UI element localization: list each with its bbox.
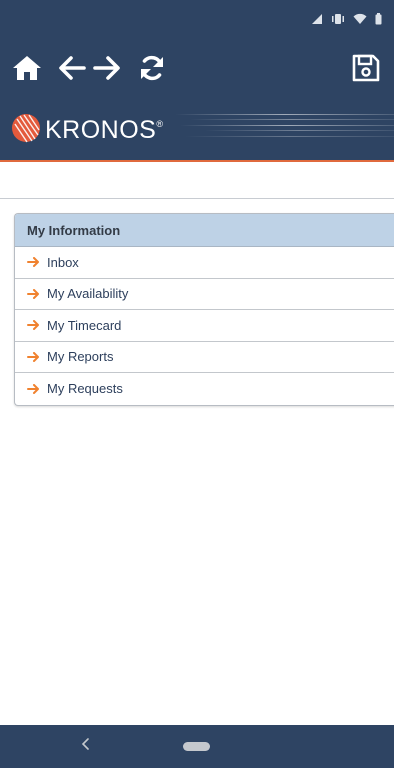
back-button[interactable] — [54, 52, 90, 88]
battery-icon — [375, 12, 382, 30]
arrow-right-icon — [27, 288, 40, 299]
menu-item-label: My Timecard — [47, 317, 122, 333]
nav-home-pill[interactable] — [183, 742, 210, 751]
back-arrow-icon — [57, 55, 87, 86]
signal-icon — [311, 12, 323, 30]
status-icons — [311, 12, 382, 30]
decorative-line — [185, 136, 394, 137]
home-button[interactable] — [9, 52, 45, 88]
save-icon — [351, 53, 381, 88]
refresh-button[interactable] — [134, 52, 170, 88]
menu-item-label: My Reports — [47, 349, 114, 365]
system-nav-bar — [0, 725, 394, 768]
save-button[interactable] — [348, 52, 384, 88]
kronos-globe-icon — [11, 113, 41, 148]
menu-item-label: My Requests — [47, 381, 123, 397]
panel-title: My Information — [15, 214, 394, 247]
forward-arrow-icon — [92, 55, 122, 86]
content-header-bar — [0, 162, 394, 199]
kronos-logo: KRONOS® — [11, 113, 164, 148]
menu-item-my-reports[interactable]: My Reports — [15, 342, 394, 373]
home-icon — [12, 54, 42, 87]
arrow-right-icon — [27, 257, 40, 268]
brand-banner: KRONOS® — [0, 100, 394, 160]
menu-item-my-requests[interactable]: My Requests — [15, 373, 394, 405]
menu-item-my-timecard[interactable]: My Timecard — [15, 310, 394, 342]
arrow-right-icon — [27, 383, 40, 394]
arrow-right-icon — [27, 351, 40, 362]
wifi-icon — [353, 12, 367, 30]
decorative-line — [190, 119, 394, 120]
app-toolbar — [0, 40, 394, 100]
chevron-left-icon — [81, 737, 91, 755]
status-bar — [0, 0, 394, 40]
brand-name-text: KRONOS — [45, 116, 157, 144]
decorative-line — [180, 125, 394, 126]
menu-item-my-availability[interactable]: My Availability — [15, 279, 394, 310]
brand-name: KRONOS® — [45, 116, 164, 145]
menu-item-label: My Availability — [47, 286, 129, 302]
decorative-line — [205, 130, 394, 131]
refresh-icon — [137, 53, 167, 88]
my-information-panel: My Information Inbox My Availability My … — [14, 213, 394, 406]
menu-item-label: Inbox — [47, 254, 79, 270]
decorative-line — [175, 114, 394, 115]
nav-back-button[interactable] — [76, 736, 96, 756]
registered-mark: ® — [156, 119, 164, 129]
vibrate-icon — [331, 12, 345, 30]
arrow-right-icon — [27, 320, 40, 331]
menu-item-inbox[interactable]: Inbox — [15, 247, 394, 279]
forward-button[interactable] — [89, 52, 125, 88]
